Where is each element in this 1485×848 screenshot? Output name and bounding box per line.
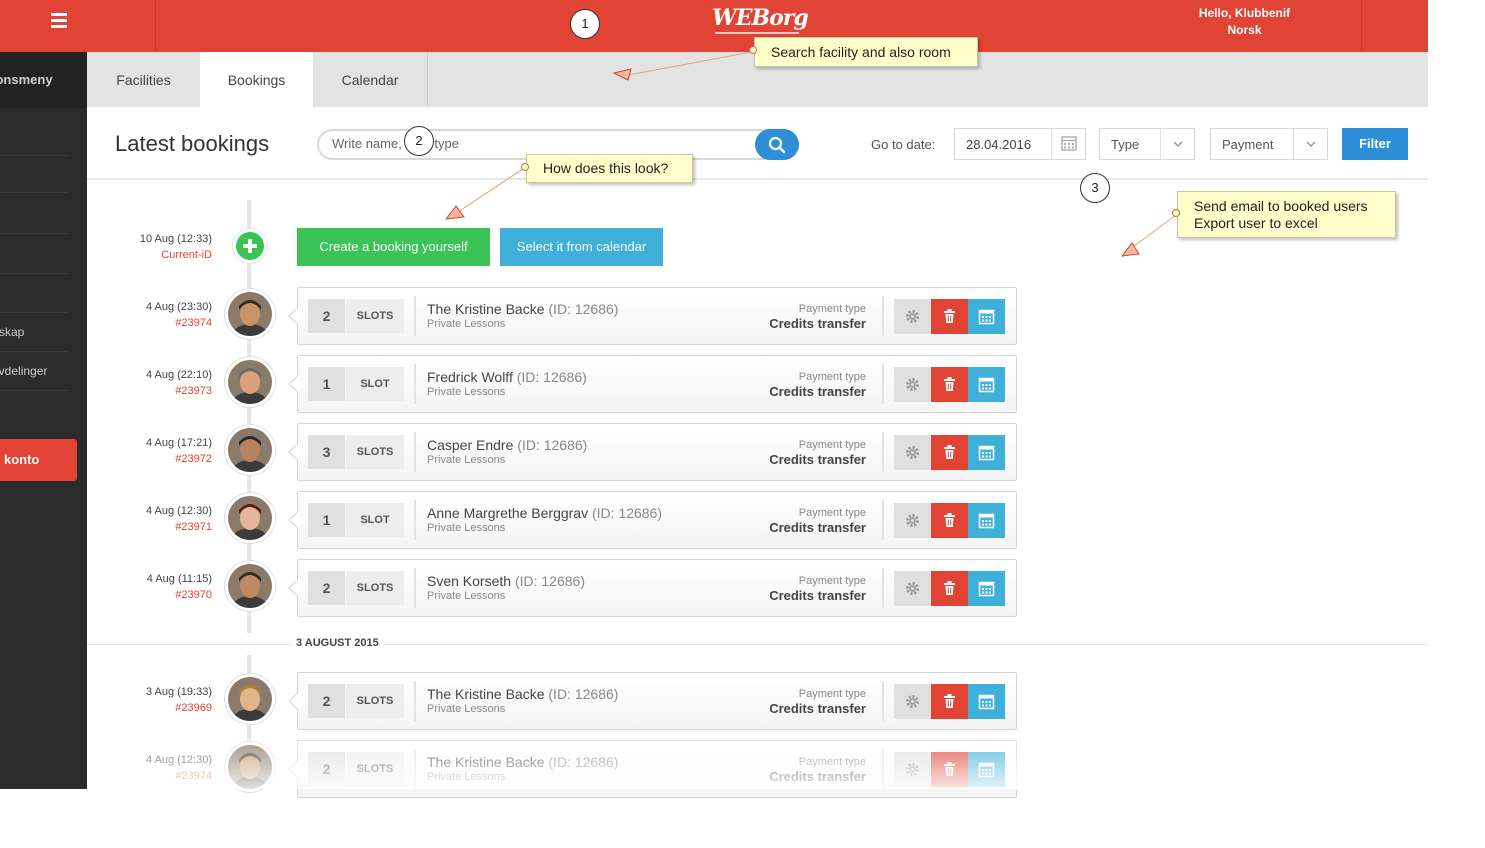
note-text: Search facility and also room	[771, 44, 951, 60]
annotation-note-email: Send email to booked users Export user t…	[1177, 191, 1396, 238]
note-anchor	[1172, 209, 1180, 217]
annotation-note-look: How does this look?	[526, 154, 693, 183]
note-text: How does this look?	[543, 160, 669, 176]
annotation-marker-1: 1	[570, 9, 600, 39]
annotation-note-search: Search facility and also room	[754, 37, 978, 67]
annotation-leaders	[444, 51, 1178, 257]
note-text: Send email to booked users	[1194, 198, 1368, 214]
annotation-marker-3: 3	[1080, 173, 1110, 203]
note-anchor	[749, 46, 757, 54]
note-text: Export user to excel	[1194, 215, 1318, 231]
note-anchor	[521, 163, 529, 171]
app-root: { "header": { "menu_icon": "hamburger-ic…	[0, 0, 1485, 848]
annotation-marker-2: 2	[404, 126, 434, 156]
